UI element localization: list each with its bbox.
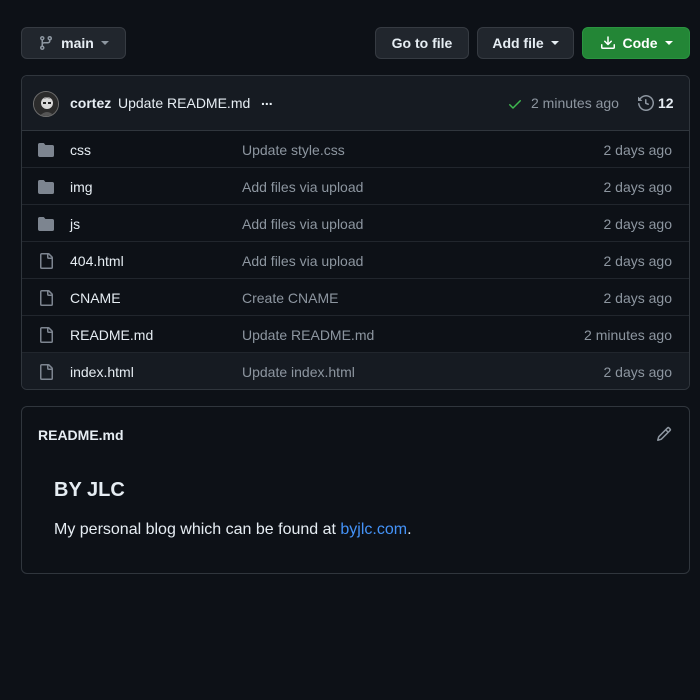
check-icon[interactable] <box>507 96 523 112</box>
commit-time[interactable]: 2 minutes ago <box>531 95 619 111</box>
chevron-down-icon <box>550 41 559 45</box>
code-button[interactable]: Code <box>582 27 690 59</box>
file-commit-message[interactable]: Create CNAME <box>242 290 338 306</box>
readme-text-after: . <box>407 521 412 538</box>
file-commit-age: 2 days ago <box>603 290 673 306</box>
file-commit-age: 2 days ago <box>603 253 673 269</box>
file-row[interactable]: README.md Update README.md 2 minutes ago <box>22 316 689 353</box>
add-file-button[interactable]: Add file <box>477 27 574 59</box>
avatar[interactable] <box>33 91 59 117</box>
readme-heading: BY JLC <box>54 479 125 501</box>
file-commit-age: 2 minutes ago <box>584 327 672 343</box>
file-icon <box>40 253 53 269</box>
chevron-down-icon <box>100 41 109 45</box>
file-list: cortez Update README.md ... 2 minutes ag… <box>21 75 690 390</box>
file-name[interactable]: css <box>70 142 91 158</box>
file-commit-message[interactable]: Update README.md <box>242 327 374 343</box>
file-name[interactable]: js <box>70 216 80 232</box>
file-name[interactable]: index.html <box>70 364 134 380</box>
file-commit-age: 2 days ago <box>603 142 673 158</box>
file-icon <box>40 364 53 380</box>
file-commit-age: 2 days ago <box>603 216 673 232</box>
readme-text-before: My personal blog which can be found at <box>54 521 341 538</box>
branch-select-button[interactable]: main <box>21 27 126 59</box>
download-icon <box>600 36 615 49</box>
latest-commit-bar: cortez Update README.md ... 2 minutes ag… <box>22 76 689 131</box>
file-commit-message[interactable]: Add files via upload <box>242 179 363 195</box>
pencil-icon[interactable] <box>656 426 672 442</box>
file-icon <box>40 290 53 306</box>
file-commit-age: 2 days ago <box>603 179 673 195</box>
file-row[interactable]: index.html Update index.html 2 days ago <box>22 353 689 389</box>
file-icon <box>40 327 53 343</box>
branch-label: main <box>61 35 94 51</box>
file-name[interactable]: 404.html <box>70 253 124 269</box>
file-row[interactable]: img Add files via upload 2 days ago <box>22 168 689 205</box>
commit-count[interactable]: 12 <box>658 95 674 111</box>
go-to-file-button[interactable]: Go to file <box>375 27 469 59</box>
readme-link[interactable]: byjlc.com <box>340 521 407 538</box>
code-label: Code <box>622 35 658 51</box>
file-row[interactable]: css Update style.css 2 days ago <box>22 131 689 168</box>
folder-icon <box>38 143 54 157</box>
history-icon[interactable] <box>638 95 654 111</box>
file-row[interactable]: js Add files via upload 2 days ago <box>22 205 689 242</box>
readme-paragraph: My personal blog which can be found at b… <box>54 521 412 539</box>
chevron-down-icon <box>664 41 673 45</box>
file-name[interactable]: img <box>70 179 93 195</box>
readme-panel: README.md BY JLC My personal blog which … <box>21 406 690 574</box>
commit-details-toggle[interactable]: ... <box>261 92 273 108</box>
file-row[interactable]: CNAME Create CNAME 2 days ago <box>22 279 689 316</box>
git-branch-icon <box>40 36 53 51</box>
file-commit-message[interactable]: Update index.html <box>242 364 355 380</box>
commit-author[interactable]: cortez <box>70 95 111 111</box>
folder-icon <box>38 217 54 231</box>
add-file-label: Add file <box>492 35 544 51</box>
file-commit-message[interactable]: Add files via upload <box>242 216 363 232</box>
go-to-file-label: Go to file <box>391 35 453 51</box>
commit-message[interactable]: Update README.md <box>118 95 250 111</box>
readme-filename: README.md <box>38 427 124 443</box>
file-row[interactable]: 404.html Add files via upload 2 days ago <box>22 242 689 279</box>
file-commit-message[interactable]: Add files via upload <box>242 253 363 269</box>
file-name[interactable]: CNAME <box>70 290 121 306</box>
file-commit-age: 2 days ago <box>603 364 673 380</box>
folder-icon <box>38 180 54 194</box>
file-name[interactable]: README.md <box>70 327 153 343</box>
file-commit-message[interactable]: Update style.css <box>242 142 345 158</box>
